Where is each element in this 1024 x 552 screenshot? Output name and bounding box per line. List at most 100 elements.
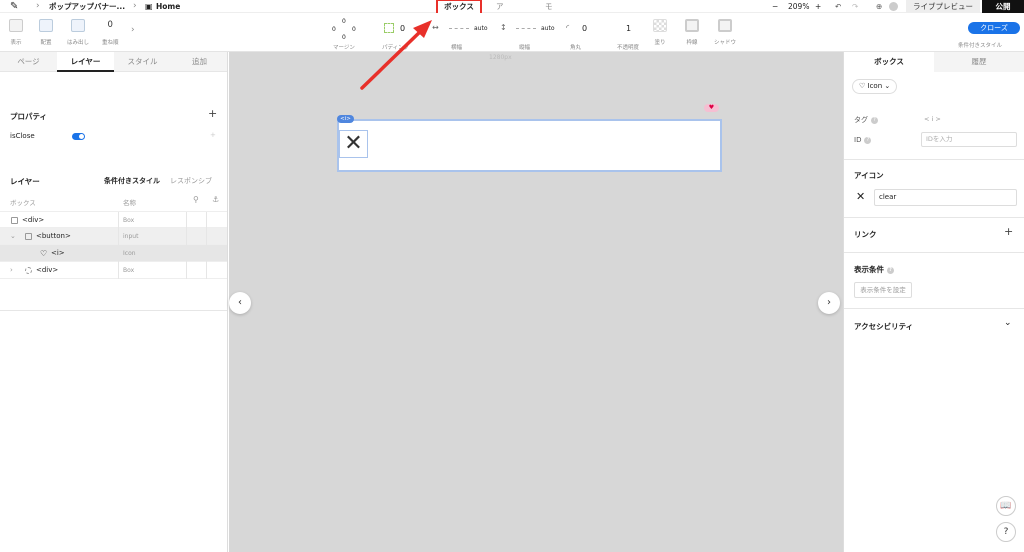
fill-tool[interactable]: 塗り	[653, 19, 667, 46]
clear-icon: ✕	[856, 190, 866, 203]
checkerboard-icon	[653, 19, 667, 32]
tab-layer[interactable]: レイヤー	[57, 52, 114, 72]
chevron-right-icon[interactable]: ›	[131, 25, 135, 35]
close-x-icon[interactable]: ✕	[339, 130, 368, 158]
element-type-dropdown[interactable]: ♡ Icon ⌄	[852, 79, 898, 94]
layer-row[interactable]: <div> Box	[0, 211, 227, 229]
tab-icon[interactable]: アイコン	[496, 0, 504, 50]
chevron-down-icon[interactable]: ⌄	[1004, 318, 1012, 328]
id-input[interactable]: IDを入力	[921, 132, 1017, 147]
responsive-tab[interactable]: レスポンシブ	[170, 176, 212, 186]
lock-icon[interactable]: ⚓	[212, 195, 219, 204]
border-icon	[685, 19, 699, 32]
collapse-right-button[interactable]: ›	[818, 292, 840, 314]
divider	[844, 252, 1024, 253]
height-slider[interactable]	[516, 28, 536, 29]
popup-banner-frame[interactable]	[337, 119, 722, 172]
page-breadcrumb[interactable]: Home	[156, 0, 180, 13]
border-tool[interactable]: 枠線	[685, 19, 699, 46]
width-label: 横幅	[451, 45, 463, 51]
help-icon: ?	[871, 117, 878, 124]
align-tool[interactable]: 配置	[39, 19, 53, 46]
checkbox-icon[interactable]	[11, 217, 18, 224]
pencil-icon[interactable]: ✎	[10, 0, 18, 13]
add-collaborator-icon[interactable]: ⊕	[876, 0, 882, 13]
live-preview-button[interactable]: ライブプレビュー	[906, 0, 980, 13]
layer-title: レイヤー	[10, 177, 40, 186]
visibility-icon[interactable]: ⚲	[193, 195, 199, 204]
property-name: isClose	[10, 132, 35, 140]
pink-heart-badge[interactable]: ♥	[704, 104, 719, 112]
conditional-style-tab[interactable]: 条件付きスタイル	[104, 176, 160, 186]
design-canvas[interactable]: 1280px <i> ✕ ♥ ‹ ›	[229, 52, 843, 552]
left-tabs: ページ レイヤー スタイル 追加	[0, 52, 227, 72]
radius-label: 角丸	[570, 45, 582, 51]
avatar[interactable]	[889, 2, 898, 11]
zoom-level[interactable]: 209%	[788, 0, 809, 13]
tab-box-inspector[interactable]: ボックス	[844, 52, 934, 72]
conditional-style-caption: 条件付きスタイル	[958, 43, 1003, 49]
collapse-left-button[interactable]: ‹	[229, 292, 251, 314]
width-value[interactable]: auto	[474, 25, 488, 32]
chevron-right-icon: ›	[36, 1, 40, 11]
shadow-icon	[718, 19, 732, 32]
left-panel: ページ レイヤー スタイル 追加 プロパティ + isClose + レイヤー …	[0, 52, 228, 552]
width-slider[interactable]	[449, 28, 469, 29]
redo-icon[interactable]: ↷	[852, 0, 858, 13]
column-box: ボックス	[10, 199, 36, 207]
overflow-icon	[71, 19, 85, 32]
divider	[0, 310, 227, 311]
layer-row-selected[interactable]: ♡ <i> Icon	[0, 245, 227, 262]
zoom-in-button[interactable]: +	[815, 0, 821, 13]
checkbox-icon[interactable]	[25, 233, 32, 240]
chevron-right-icon: ›	[133, 1, 137, 11]
tag-label: タグ?	[854, 115, 878, 125]
eye-icon	[9, 19, 23, 32]
display-tool[interactable]: 表示	[9, 19, 23, 46]
z-index-tool[interactable]: 0 重ね順	[102, 19, 119, 46]
height-value[interactable]: auto	[541, 25, 555, 32]
padding-value[interactable]: 0	[400, 24, 405, 33]
radius-value[interactable]: 0	[582, 24, 587, 33]
project-breadcrumb[interactable]: ポップアップバナー...	[49, 0, 125, 13]
add-property-button[interactable]: +	[208, 107, 217, 120]
tab-style[interactable]: スタイル	[114, 52, 171, 72]
add-link-button[interactable]: +	[1004, 225, 1013, 238]
margin-tool[interactable]: 0 0 0 0	[332, 18, 356, 42]
canvas-width-label: 1280px	[489, 54, 512, 61]
align-icon	[39, 19, 53, 32]
publish-button[interactable]: 公開	[982, 0, 1024, 13]
property-add-icon[interactable]: +	[210, 131, 216, 139]
tab-add[interactable]: 追加	[171, 52, 228, 72]
shadow-tool[interactable]: シャドウ	[714, 19, 736, 46]
undo-icon[interactable]: ↶	[835, 0, 841, 13]
close-style-button[interactable]: クローズ	[968, 22, 1020, 34]
id-label: ID?	[854, 136, 872, 144]
help-button[interactable]: ?	[996, 522, 1016, 542]
set-condition-button[interactable]: 表示条件を設定	[854, 282, 912, 298]
corner-radius-icon: ◜	[566, 23, 570, 32]
chevron-right-icon[interactable]: ›	[10, 262, 13, 279]
tab-history[interactable]: 履歴	[934, 52, 1024, 72]
help-icon: ?	[887, 267, 894, 274]
tag-value: < i >	[924, 115, 941, 123]
property-toggle[interactable]	[72, 133, 85, 140]
accessibility-title[interactable]: アクセシビリティ	[854, 321, 913, 332]
layer-row[interactable]: ⌄ <button> input	[0, 228, 227, 245]
layer-row[interactable]: › <div> Box	[0, 262, 227, 279]
top-bar: ✎ › ポップアップバナー... › ▣ Home ボックス アイコン モーショ…	[0, 0, 1024, 63]
overflow-tool[interactable]: はみ出し	[67, 19, 89, 46]
opacity-value[interactable]: 1	[626, 24, 631, 33]
opacity-label: 不透明度	[617, 45, 640, 51]
zoom-out-button[interactable]: −	[772, 0, 778, 13]
tab-page[interactable]: ページ	[0, 52, 57, 72]
padding-label: パディング	[382, 45, 410, 51]
right-panel: ボックス 履歴 ♡ Icon ⌄ タグ? < i > ID? IDを入力 アイコ…	[843, 52, 1024, 552]
properties-title: プロパティ	[10, 112, 48, 121]
icon-name-field[interactable]: clear	[874, 189, 1017, 206]
book-icon[interactable]: 📖	[996, 496, 1016, 516]
tab-motion[interactable]: モーション	[545, 0, 553, 63]
height-label: 縦幅	[519, 45, 531, 51]
chevron-down-icon[interactable]: ⌄	[10, 228, 16, 245]
selected-element-tag[interactable]: <i>	[337, 115, 354, 123]
